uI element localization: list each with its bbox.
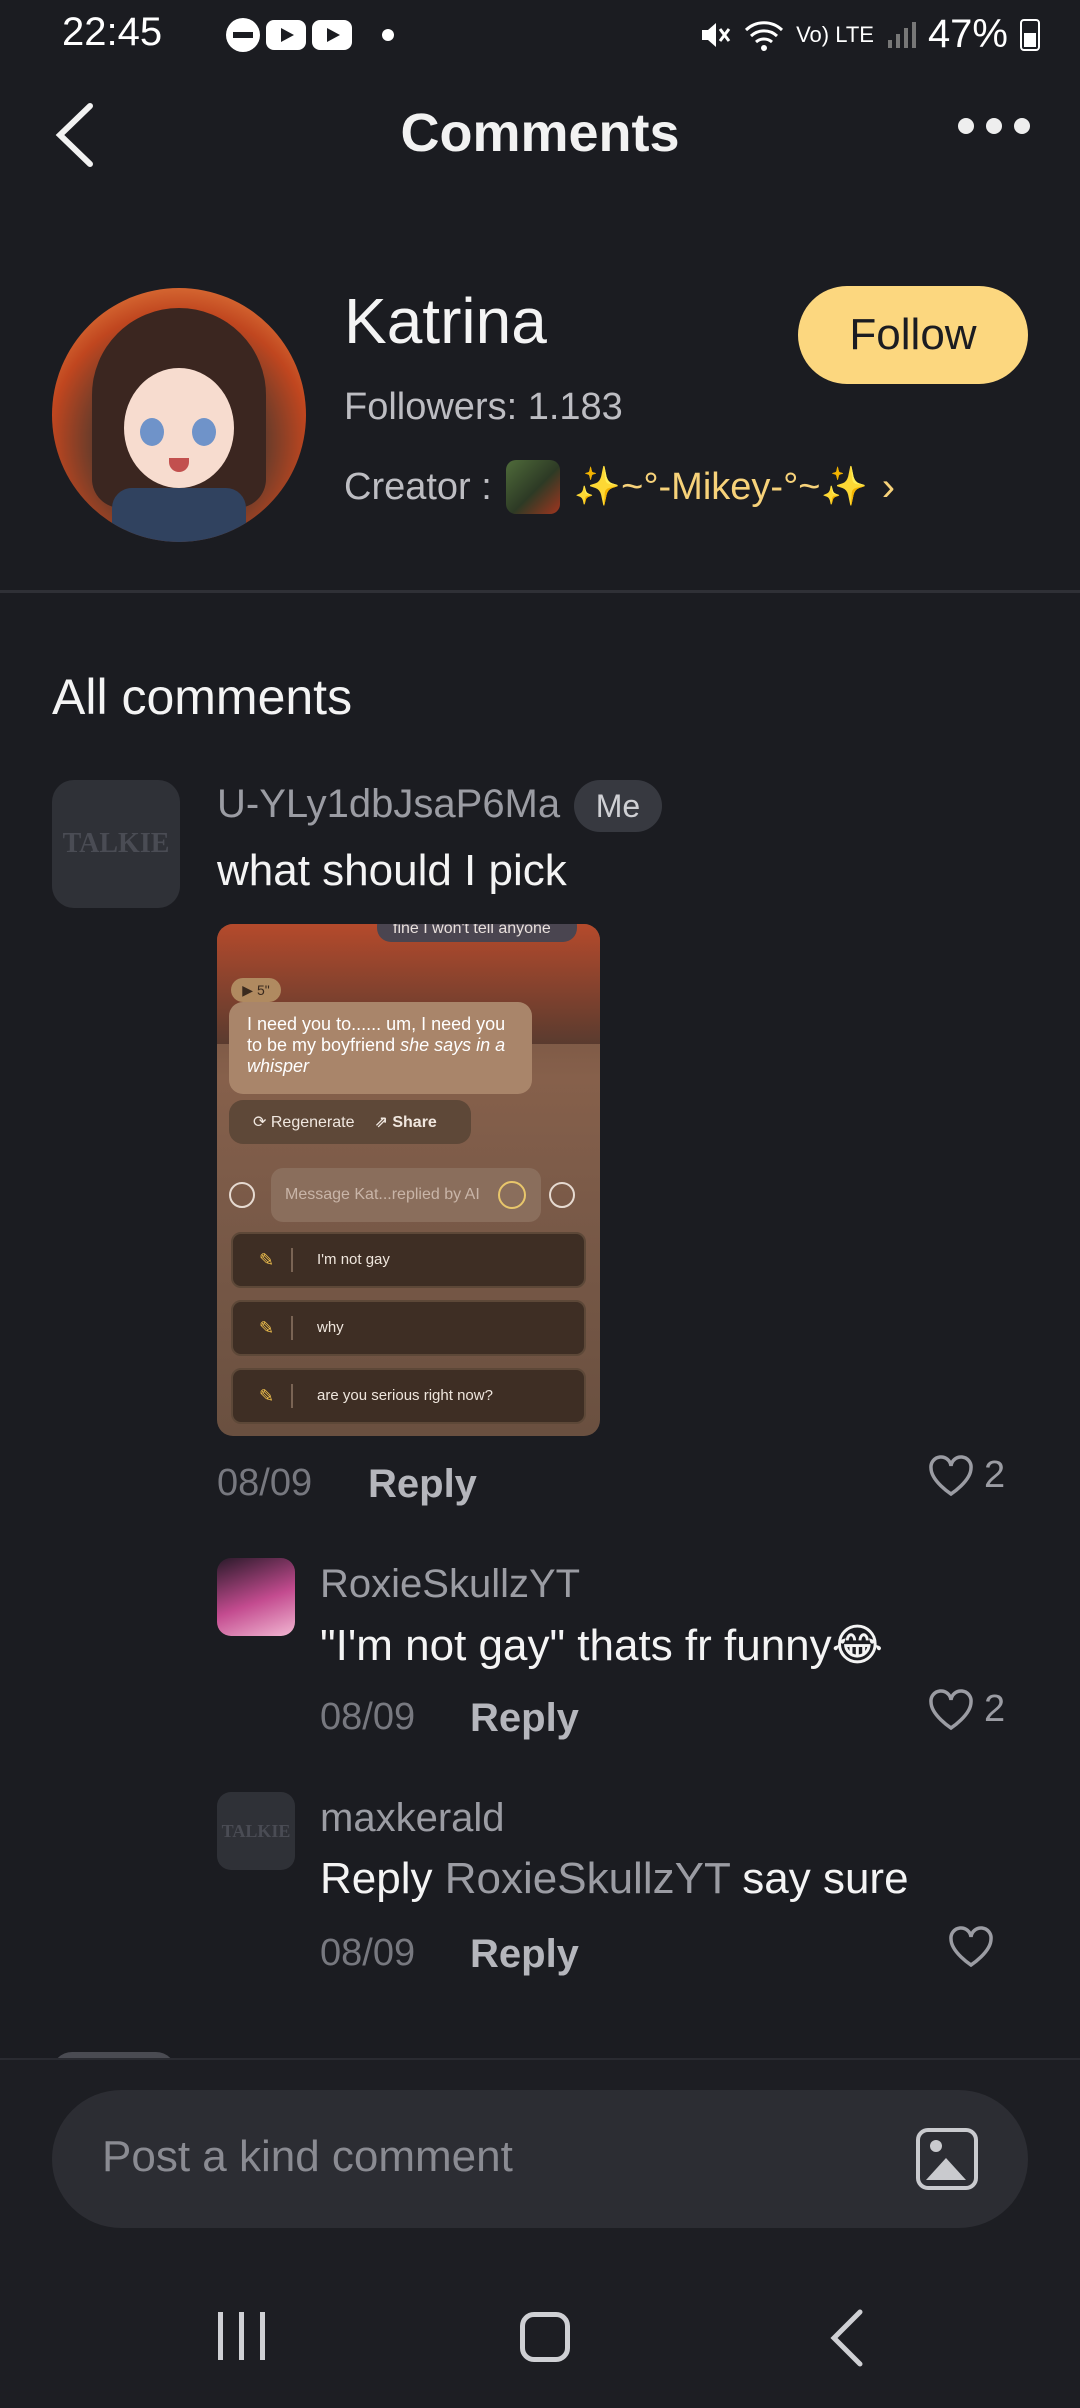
pencil-icon: ✎ <box>259 1386 275 1406</box>
choice-text: I'm not gay <box>317 1251 390 1268</box>
more-dot-icon <box>1014 118 1030 134</box>
more-dot-icon <box>986 118 1002 134</box>
all-comments-heading: All comments <box>52 669 353 725</box>
comment-text: Reply RoxieSkullzYT say sure <box>320 1854 909 1904</box>
creator-link[interactable]: Creator : ✨~°-Mikey-°~✨ › <box>344 460 895 514</box>
attachment-input-row: Message Kat...replied by AI <box>229 1168 588 1222</box>
creator-name: ✨~°-Mikey-°~✨ <box>573 466 868 508</box>
reply-body: say sure <box>742 1854 909 1903</box>
commenter-username[interactable]: RoxieSkullzYT <box>320 1562 580 1607</box>
system-nav-bar <box>0 2290 1080 2390</box>
mute-icon <box>702 22 731 47</box>
more-options-button[interactable] <box>958 118 1030 134</box>
comment-date: 08/09 <box>320 1696 416 1738</box>
character-avatar[interactable] <box>52 288 306 542</box>
page-title: Comments <box>400 103 680 163</box>
dnd-icon <box>226 18 260 52</box>
image-mountain <box>926 2158 966 2180</box>
reply-button[interactable]: Reply <box>470 1932 579 1977</box>
divider <box>0 590 1080 593</box>
attachment-message-bubble: I need you to...... um, I need you to be… <box>229 1002 532 1094</box>
status-bar: 22:45 Vo) LTE 47% <box>0 0 1080 72</box>
avatar-eye <box>192 418 216 446</box>
follow-button[interactable]: Follow <box>798 286 1028 384</box>
heart-icon <box>949 1926 993 1968</box>
attachment-actions: ⟳ Regenerate ⇗ Share <box>229 1100 471 1144</box>
heart-icon <box>929 1454 973 1496</box>
like-button[interactable] <box>948 1926 1004 1968</box>
choice-text: are you serious right now? <box>317 1387 493 1404</box>
lightbulb-icon <box>498 1181 526 1209</box>
attachment-choice: ✎ why <box>231 1300 586 1356</box>
commenter-avatar[interactable] <box>217 1558 295 1636</box>
comment-input[interactable]: Post a kind comment <box>102 2132 513 2182</box>
attachment-top-message: fine I won't tell anyone <box>377 924 577 942</box>
status-time: 22:45 <box>62 10 163 54</box>
comment-text: what should I pick <box>217 846 567 895</box>
system-back-button[interactable] <box>820 2308 880 2368</box>
mentioned-user[interactable]: RoxieSkullzYT <box>445 1854 730 1903</box>
character-name: Katrina <box>344 285 547 357</box>
recents-bar-icon <box>218 2312 223 2360</box>
attachment-choice: ✎ are you serious right now? <box>231 1368 586 1424</box>
pencil-icon: ✎ <box>259 1250 275 1270</box>
commenter-username[interactable]: maxkerald <box>320 1796 505 1841</box>
creator-label: Creator : <box>344 465 492 508</box>
recents-bar-icon <box>260 2312 265 2360</box>
comment-composer[interactable]: Post a kind comment <box>52 2090 1028 2228</box>
notification-icons <box>226 18 394 52</box>
status-right: Vo) LTE 47% <box>698 12 1040 57</box>
more-notifications-dot-icon <box>382 29 394 41</box>
recents-button[interactable] <box>218 2312 265 2360</box>
regenerate-label: ⟳ Regenerate <box>253 1114 355 1131</box>
attachment-choice: ✎ I'm not gay <box>231 1232 586 1288</box>
pencil-icon: ✎ <box>259 1318 275 1338</box>
avatar-eye <box>140 418 164 446</box>
voice-icon <box>229 1182 255 1208</box>
recents-bar-icon <box>239 2312 244 2360</box>
like-count: 2 <box>984 1454 1006 1496</box>
chevron-right-icon: › <box>881 464 896 509</box>
plus-icon <box>549 1182 575 1208</box>
share-label: ⇗ Share <box>374 1114 437 1131</box>
more-dot-icon <box>958 118 974 134</box>
commenter-avatar[interactable]: TALKIE <box>52 780 180 908</box>
network-type: Vo) LTE <box>796 21 874 47</box>
separator <box>291 1248 293 1272</box>
me-badge: Me <box>574 780 662 832</box>
reply-button[interactable]: Reply <box>368 1462 477 1507</box>
attachment-voice-duration: ▶ 5" <box>231 978 281 1002</box>
reply-button[interactable]: Reply <box>470 1696 579 1741</box>
header: Comments <box>0 90 1080 180</box>
commenter-username[interactable]: U-YLy1dbJsaP6Ma <box>217 782 560 827</box>
regenerate-text: Regenerate <box>270 1114 355 1131</box>
separator <box>291 1316 293 1340</box>
comment-image-attachment[interactable]: fine I won't tell anyone ▶ 5" I need you… <box>217 924 600 1436</box>
share-text: Share <box>392 1114 437 1131</box>
image-sun <box>930 2140 942 2152</box>
avatar-collar <box>112 488 246 542</box>
separator <box>291 1384 293 1408</box>
choice-text: why <box>317 1319 344 1336</box>
like-button[interactable]: 2 <box>928 1454 1005 1497</box>
creator-avatar <box>505 460 560 514</box>
home-button[interactable] <box>520 2312 570 2362</box>
heart-icon <box>929 1688 973 1730</box>
image-icon[interactable] <box>916 2128 978 2190</box>
comment-date: 08/09 <box>217 1462 313 1504</box>
commenter-avatar[interactable]: TALKIE <box>217 1792 295 1870</box>
like-button[interactable]: 2 <box>928 1688 1005 1731</box>
comment-text: "I'm not gay" thats fr funny😂 <box>320 1621 884 1670</box>
battery-icon <box>1020 18 1040 51</box>
followers-count: Followers: 1.183 <box>344 386 623 428</box>
youtube-icon <box>266 20 306 50</box>
reply-prefix: Reply <box>320 1854 433 1903</box>
youtube-icon-2 <box>312 20 352 50</box>
wifi-icon <box>745 20 784 51</box>
comment-date: 08/09 <box>320 1932 416 1974</box>
signal-icon <box>887 21 916 48</box>
like-count: 2 <box>984 1688 1006 1730</box>
battery-percent: 47% <box>927 12 1008 56</box>
